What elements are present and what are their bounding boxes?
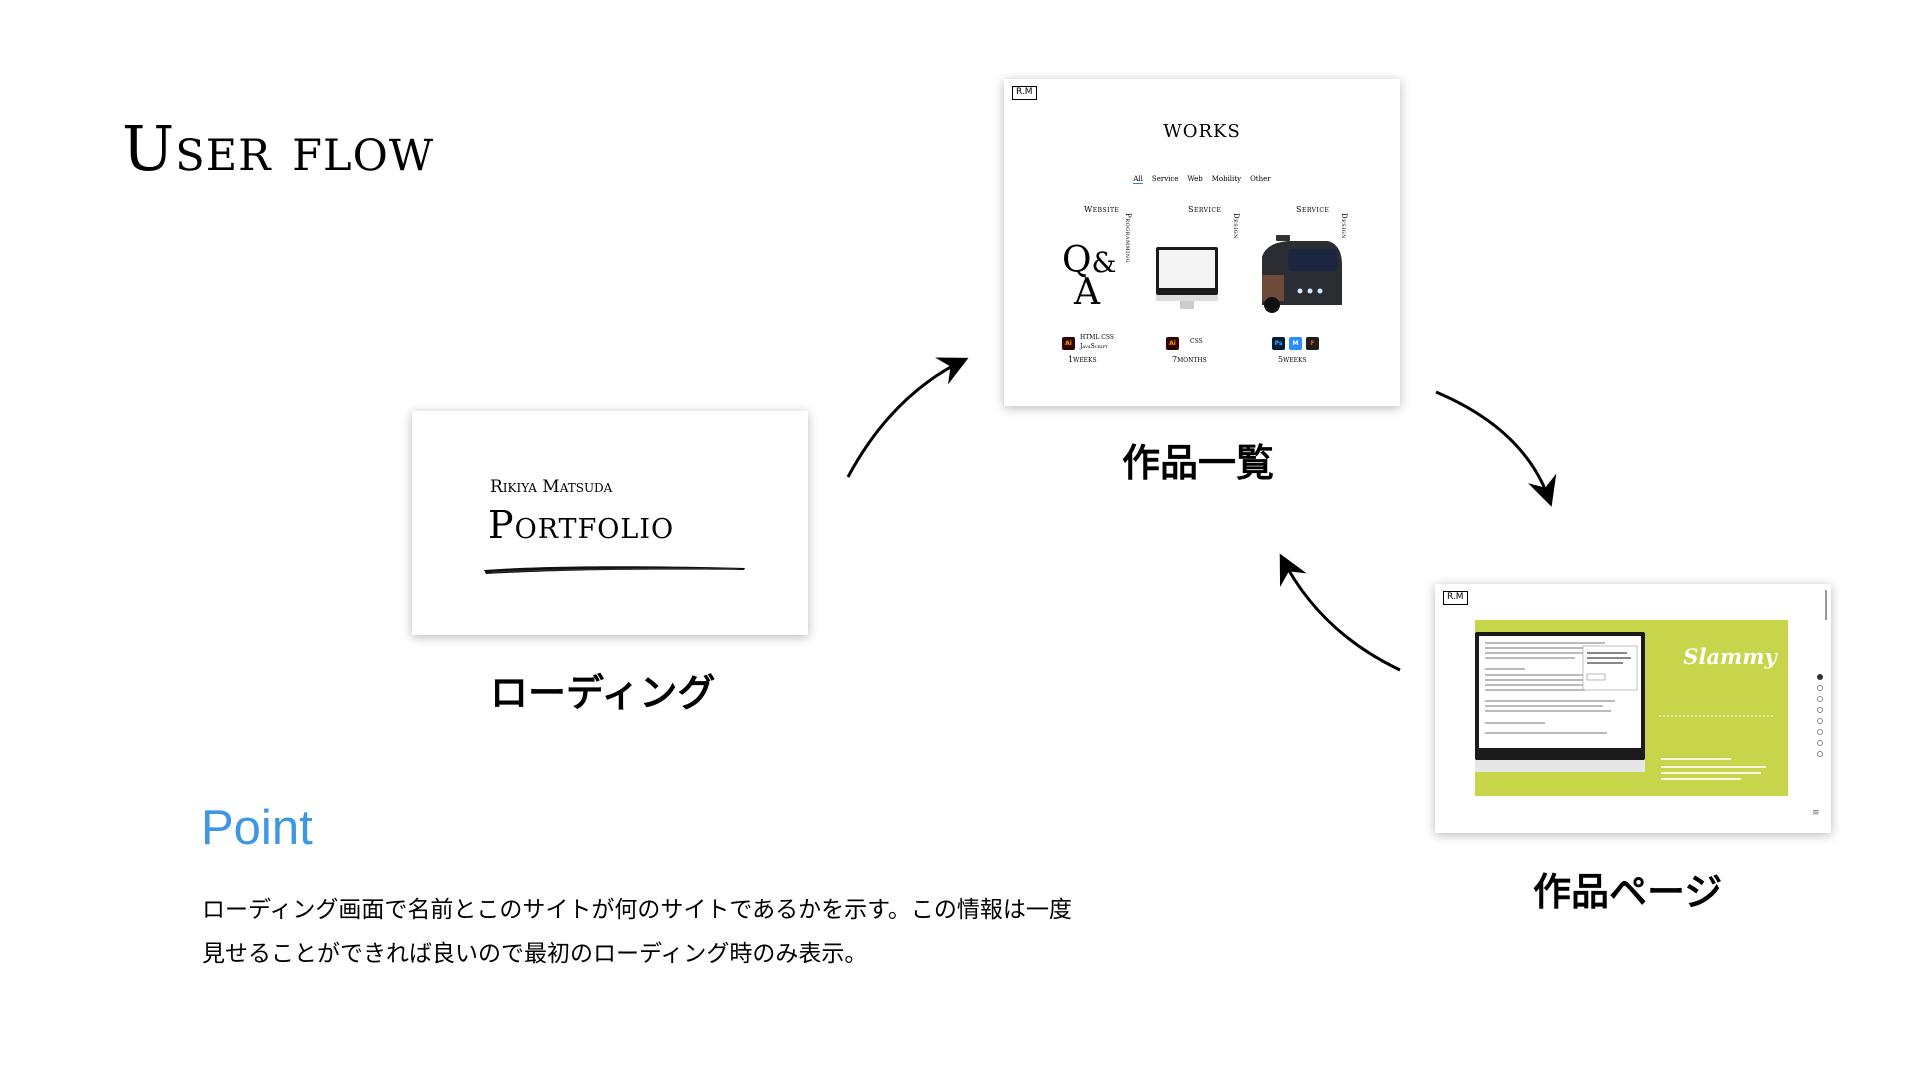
- point-line-1: ローディング画面で名前とこのサイトが何のサイトであるかを示す。この情報は一度: [202, 897, 1072, 923]
- arrow-detail-to-works: [1279, 553, 1401, 672]
- arrow-loading-to-works: [846, 357, 969, 478]
- point-heading: Point: [201, 801, 313, 855]
- point-description: ローディング画面で名前とこのサイトが何のサイトであるかを示す。この情報は一度 見…: [202, 888, 1182, 976]
- point-line-2: 見せることができれば良いので最初のローディング時のみ表示。: [202, 941, 868, 967]
- arrow-works-to-detail: [1435, 390, 1557, 507]
